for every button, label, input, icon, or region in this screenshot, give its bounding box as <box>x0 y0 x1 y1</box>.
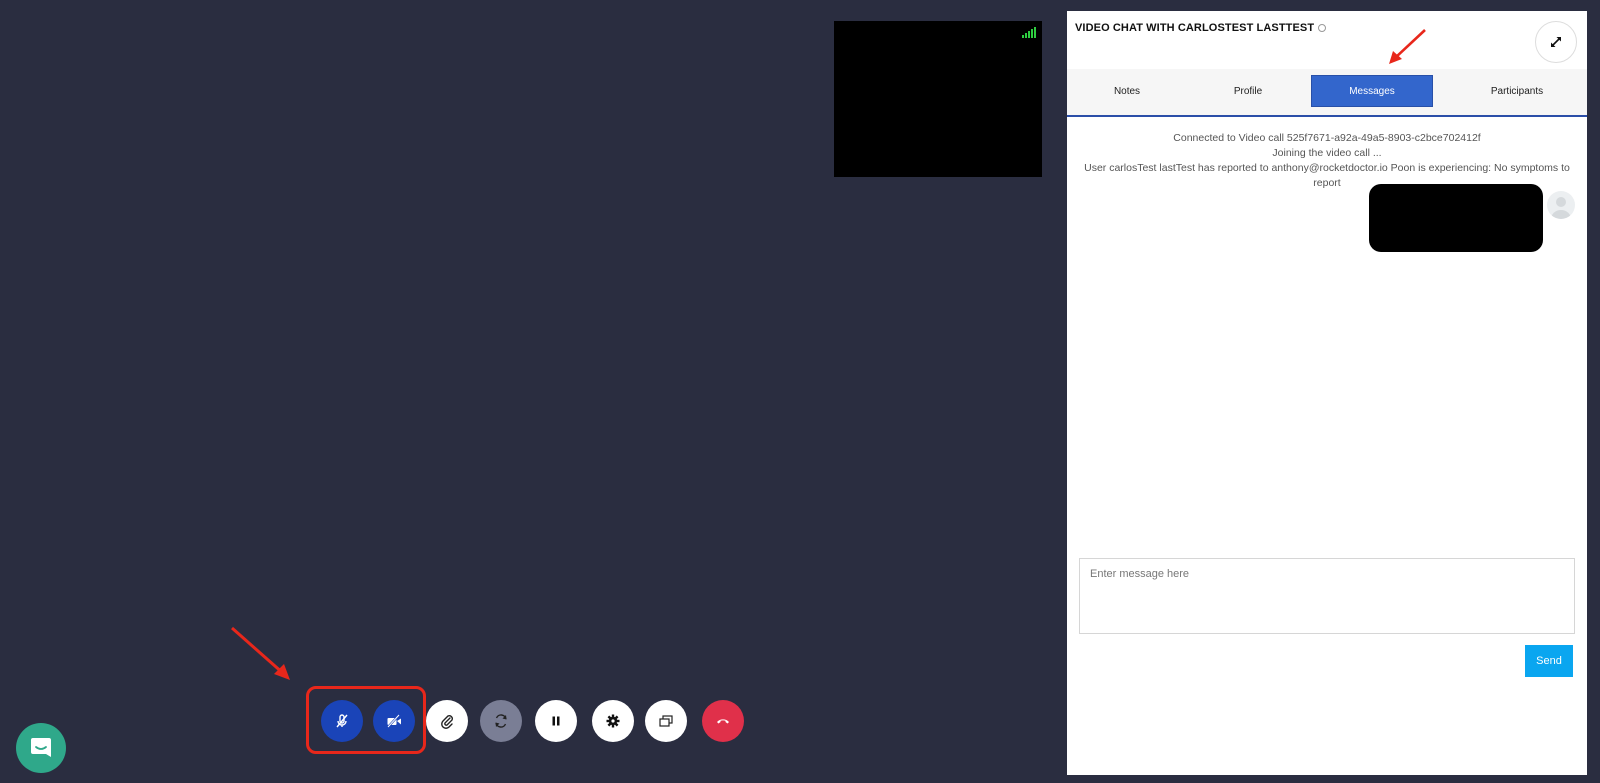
screen-share-button[interactable] <box>645 700 687 742</box>
tab-profile[interactable]: Profile <box>1188 75 1308 107</box>
tab-participants[interactable]: Participants <box>1447 75 1587 107</box>
chat-icon <box>31 738 51 757</box>
panel-header: VIDEO CHAT WITH CARLOSTEST LASTTEST <box>1067 11 1587 69</box>
end-call-button[interactable] <box>702 700 744 742</box>
panel-title-text: VIDEO CHAT WITH CARLOSTEST LASTTEST <box>1075 22 1315 34</box>
gear-icon <box>606 714 620 728</box>
signal-bars-icon <box>1022 27 1036 38</box>
expand-icon <box>1551 37 1561 47</box>
status-dot-icon <box>1318 24 1327 33</box>
chat-side-panel: VIDEO CHAT WITH CARLOSTEST LASTTEST Note… <box>1066 10 1588 776</box>
tab-notes[interactable]: Notes <box>1068 75 1186 107</box>
support-chat-button[interactable] <box>16 723 66 773</box>
system-message: Joining the video call ... <box>1272 147 1382 159</box>
panel-title: VIDEO CHAT WITH CARLOSTEST LASTTEST <box>1075 22 1327 34</box>
expand-button[interactable] <box>1535 21 1577 63</box>
message-input[interactable] <box>1079 558 1575 634</box>
annotation-arrow-icon <box>1389 29 1426 64</box>
pause-icon <box>552 716 560 726</box>
attach-button[interactable] <box>426 700 468 742</box>
system-message: Connected to Video call 525f7671-a92a-49… <box>1173 132 1481 144</box>
annotation-arrow-icon <box>231 626 290 680</box>
send-button[interactable]: Send <box>1525 645 1573 677</box>
user-silhouette-icon <box>1551 197 1571 219</box>
avatar <box>1547 191 1575 219</box>
message-list: Connected to Video call 525f7671-a92a-49… <box>1067 131 1587 191</box>
pause-button[interactable] <box>535 700 577 742</box>
panel-tabs: Notes Profile Messages Participants <box>1067 69 1587 117</box>
refresh-icon <box>495 714 507 728</box>
screen-share-icon <box>659 715 673 727</box>
phone-hangup-icon <box>717 719 729 724</box>
mute-video-button[interactable] <box>373 700 415 742</box>
settings-button[interactable] <box>592 700 634 742</box>
self-video-preview <box>834 21 1042 177</box>
video-off-icon <box>387 714 401 728</box>
switch-camera-button[interactable] <box>480 700 522 742</box>
mute-audio-button[interactable] <box>321 700 363 742</box>
paperclip-icon <box>441 715 453 729</box>
tab-messages[interactable]: Messages <box>1311 75 1433 107</box>
video-stage <box>0 0 1062 783</box>
mic-off-icon <box>336 714 348 728</box>
redacted-message-bubble <box>1369 184 1543 252</box>
